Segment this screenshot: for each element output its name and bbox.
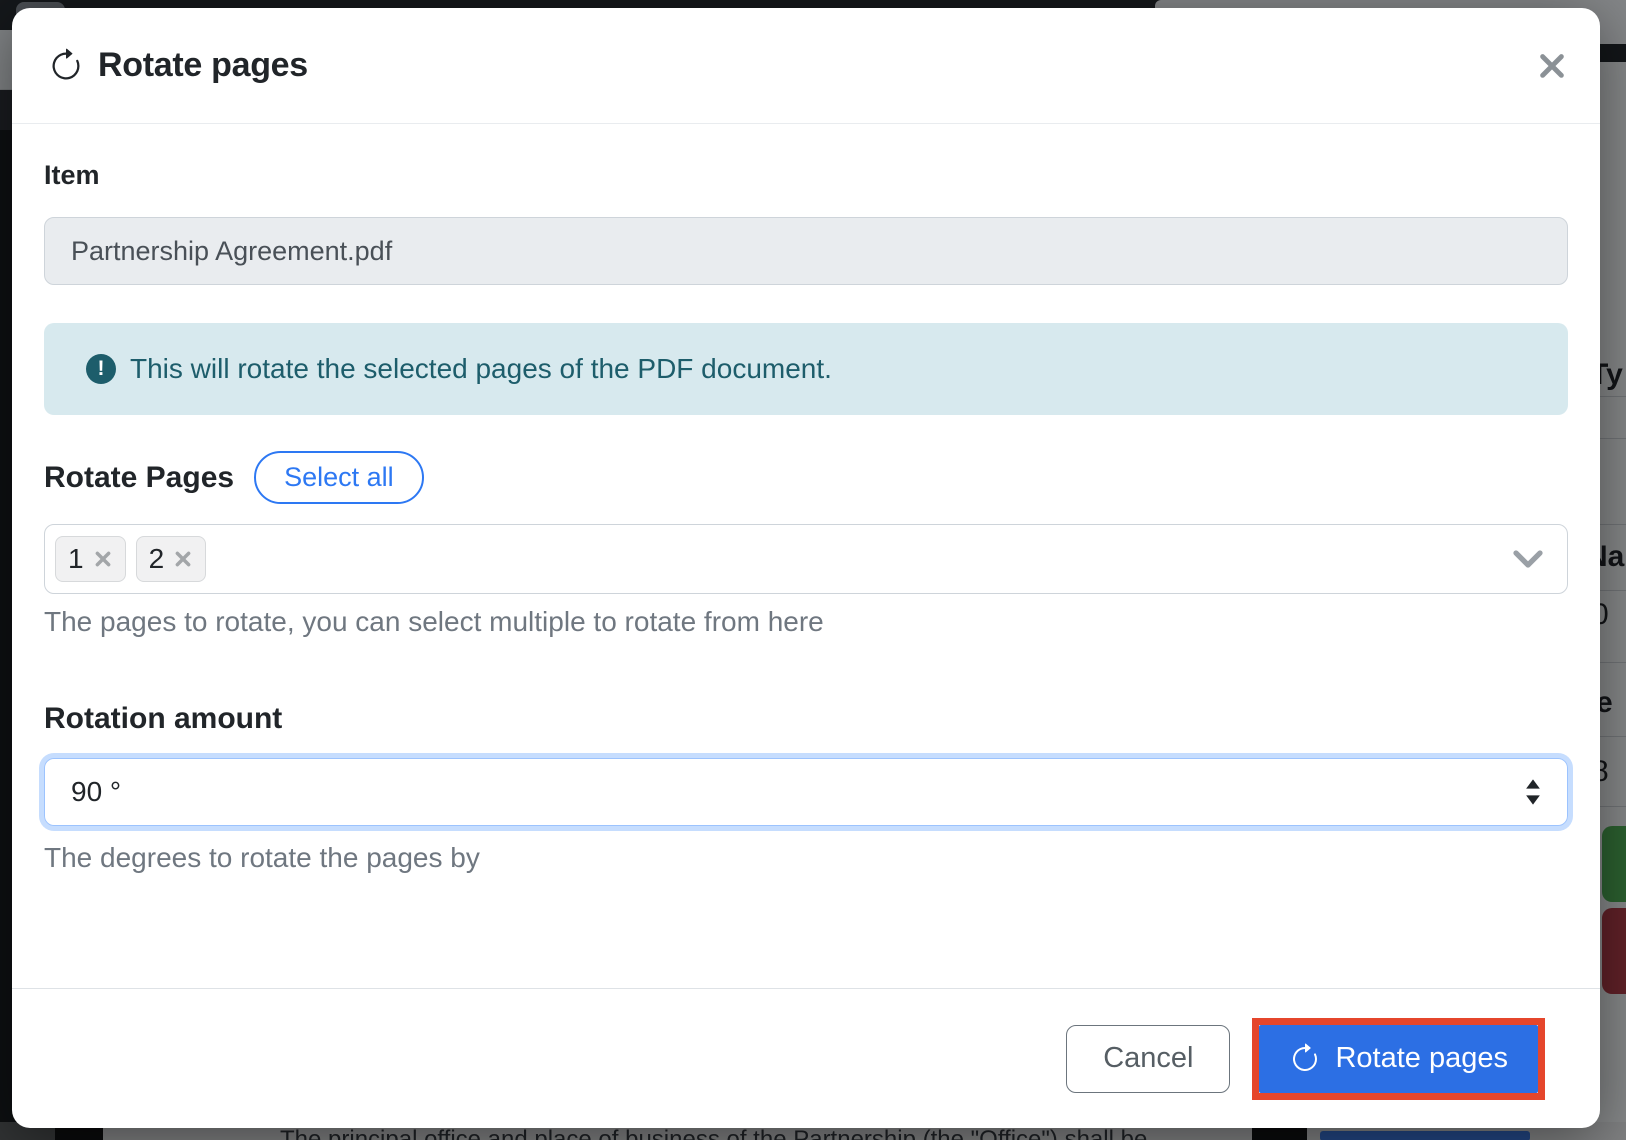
remove-tag-icon[interactable] (93, 549, 113, 569)
cancel-button[interactable]: Cancel (1066, 1025, 1230, 1093)
submit-button-label: Rotate pages (1335, 1042, 1508, 1075)
pages-help-text: The pages to rotate, you can select mult… (44, 606, 1568, 638)
select-updown-icon (1525, 779, 1541, 805)
rotation-help-text: The degrees to rotate the pages by (44, 842, 1568, 874)
highlight-outline: Rotate pages (1252, 1018, 1545, 1100)
item-filename: Partnership Agreement.pdf (71, 236, 392, 267)
item-input: Partnership Agreement.pdf (44, 217, 1568, 285)
dialog-title: Rotate pages (98, 46, 308, 85)
close-icon (1537, 51, 1567, 81)
remove-tag-icon[interactable] (173, 549, 193, 569)
rotate-clockwise-icon (1289, 1043, 1321, 1075)
rotate-pages-label-row: Rotate Pages Select all (44, 451, 1568, 504)
pages-multiselect[interactable]: 1 2 (44, 524, 1568, 594)
info-alert: ! This will rotate the selected pages of… (44, 323, 1568, 415)
page-tag-1: 1 (55, 536, 126, 582)
rotate-pages-dialog: Rotate pages Item Partnership Agreement.… (12, 8, 1600, 1128)
close-button[interactable] (1530, 44, 1574, 88)
rotation-amount-select[interactable]: 90 ° (44, 758, 1568, 826)
dialog-body: Item Partnership Agreement.pdf ! This wi… (12, 124, 1600, 874)
exclamation-circle-icon: ! (86, 354, 116, 384)
rotation-amount-label: Rotation amount (44, 702, 1568, 736)
rotate-clockwise-icon (48, 48, 84, 84)
rotate-pages-label: Rotate Pages (44, 461, 234, 495)
rotate-pages-submit-button[interactable]: Rotate pages (1259, 1025, 1538, 1093)
dialog-header: Rotate pages (12, 8, 1600, 124)
page-tag-value: 2 (149, 543, 165, 575)
item-label: Item (44, 160, 1568, 191)
info-alert-text: This will rotate the selected pages of t… (130, 353, 832, 385)
chevron-down-icon (1513, 550, 1543, 568)
page-tag-value: 1 (68, 543, 84, 575)
select-all-button[interactable]: Select all (254, 451, 424, 504)
dialog-footer: Cancel Rotate pages (12, 988, 1600, 1128)
page-tag-2: 2 (136, 536, 207, 582)
rotation-amount-value: 90 ° (71, 776, 121, 808)
